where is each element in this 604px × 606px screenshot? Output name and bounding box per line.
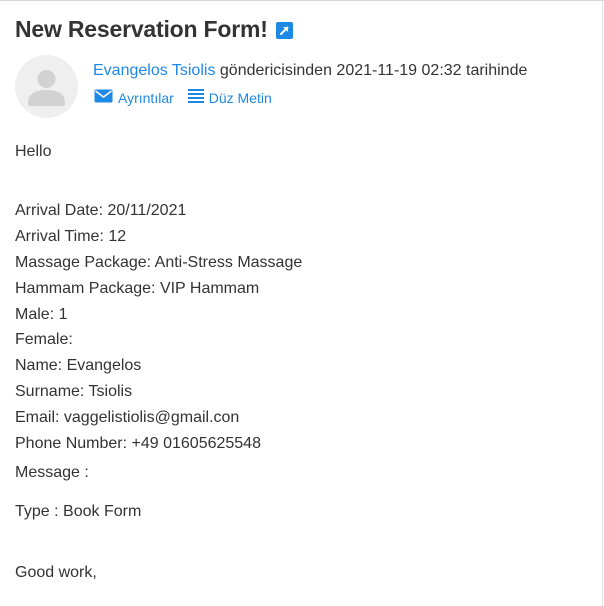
body-field-arrival-time: Arrival Time: 12 [15, 228, 127, 245]
top-border [0, 0, 604, 1]
details-button[interactable]: Ayrıntılar [94, 89, 174, 106]
body-field-male: Male: 1 [15, 306, 68, 323]
body-field-surname: Surname: Tsiolis [15, 383, 133, 400]
external-link-icon[interactable] [275, 22, 293, 39]
body-field-arrival-date: Arrival Date: 20/11/2021 [15, 202, 187, 219]
body-message-line: Message : [15, 464, 89, 481]
sender-name-link[interactable]: Evangelos Tsiolis [93, 62, 215, 79]
envelope-icon [94, 89, 113, 106]
body-type-line: Type : Book Form [15, 503, 142, 520]
body-closing: Good work, [15, 564, 97, 581]
sender-avatar [15, 55, 78, 118]
body-field-female: Female: [15, 331, 73, 348]
plain-text-label: Düz Metin [208, 89, 272, 106]
body-field-name: Name: Evangelos [15, 357, 142, 374]
body-field-massage-package: Massage Package: Anti-Stress Massage [15, 254, 303, 271]
email-subject: New Reservation Form! [15, 16, 268, 42]
message-actions: Ayrıntılar Düz Metin [94, 89, 286, 106]
plain-text-button[interactable]: Düz Metin [187, 89, 272, 106]
sender-line: Evangelos Tsiolis göndericisinden 2021-1… [93, 62, 527, 80]
body-greeting: Hello [15, 143, 52, 160]
email-header: New Reservation Form! [15, 16, 293, 43]
right-border [602, 0, 603, 606]
body-field-email: Email: vaggelistiolis@gmail.con [15, 409, 240, 426]
sender-timestamp: göndericisinden 2021-11-19 02:32 tarihin… [219, 62, 528, 79]
body-field-hammam-package: Hammam Package: VIP Hammam [15, 280, 260, 297]
lines-icon [187, 89, 204, 106]
user-avatar-icon [28, 70, 65, 106]
details-label: Ayrıntılar [118, 89, 174, 106]
body-field-phone: Phone Number: +49 01605625548 [15, 435, 261, 452]
